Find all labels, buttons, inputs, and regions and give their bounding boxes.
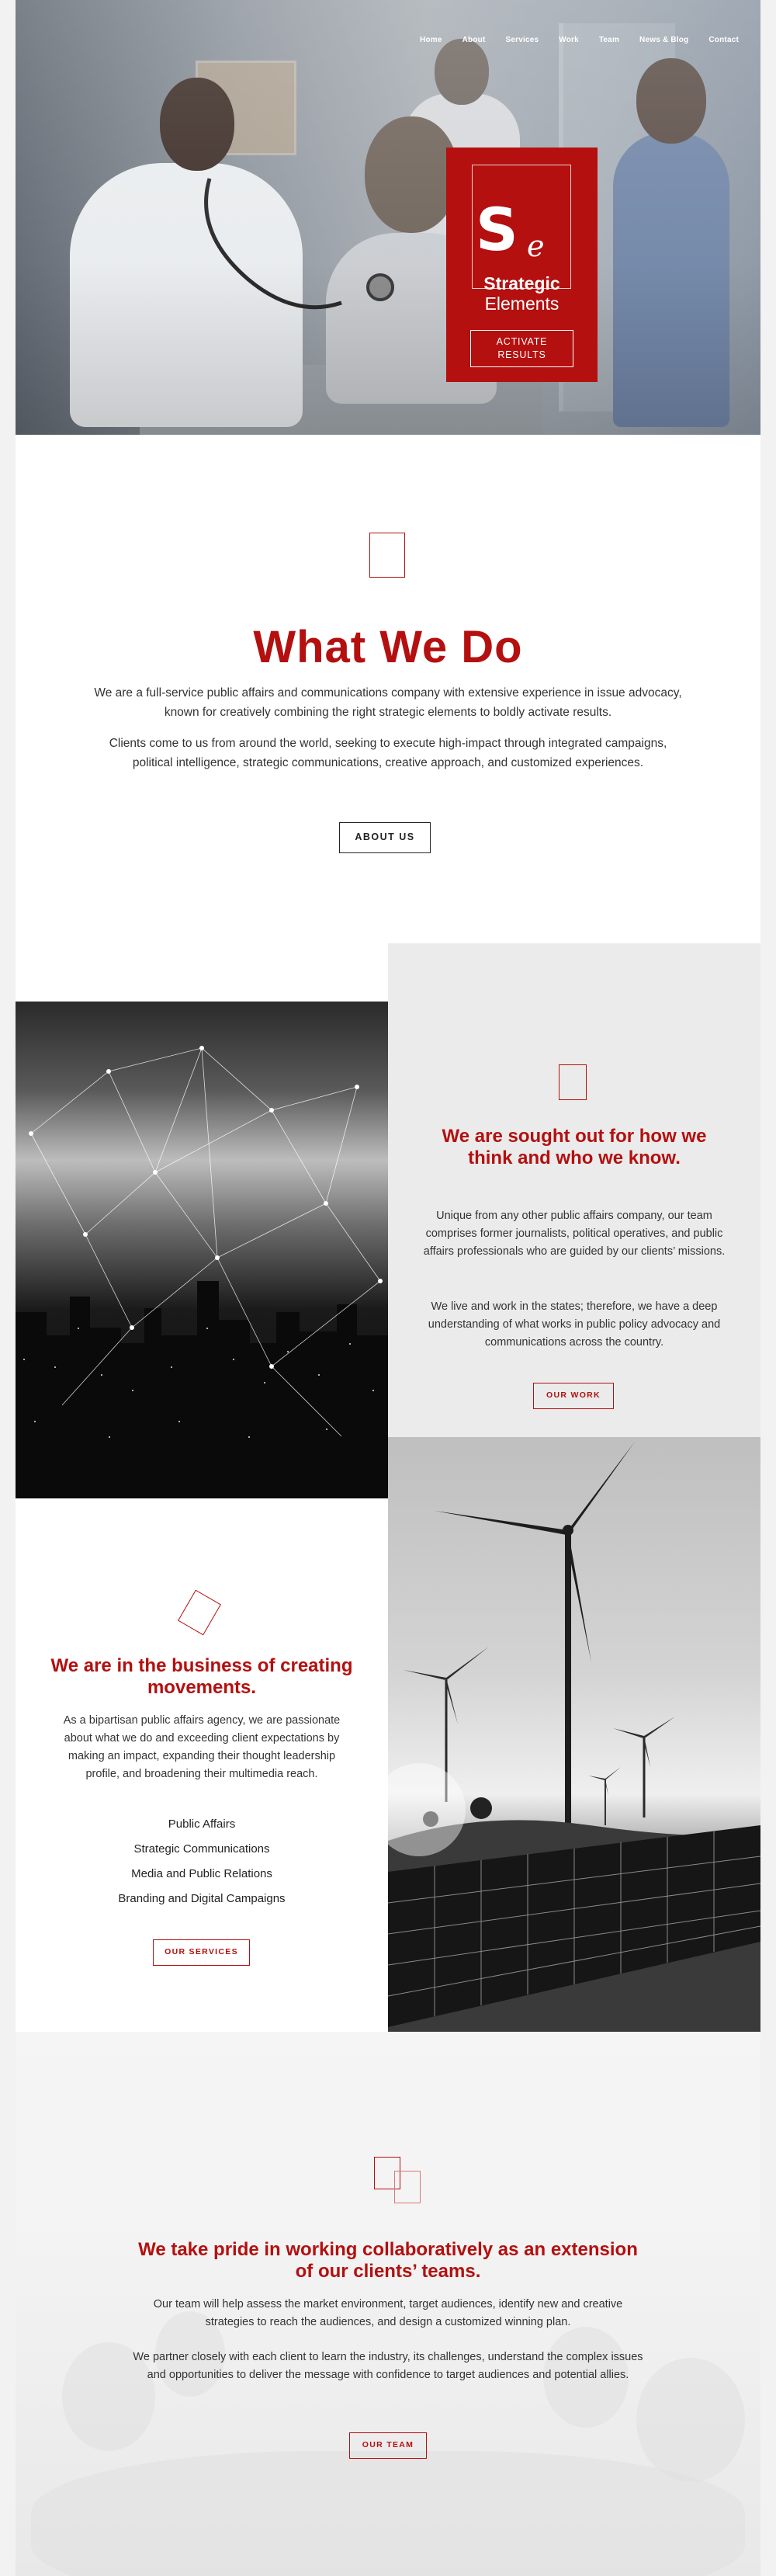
decorative-square-icon bbox=[369, 533, 405, 578]
brand-logo-card[interactable]: S e Strategic Elements ACTIVATE RESULTS bbox=[446, 148, 598, 382]
our-services-button[interactable]: OUR SERVICES bbox=[153, 1939, 250, 1966]
logo-script-letter: e bbox=[527, 229, 545, 263]
tagline-line1: ACTIVATE bbox=[496, 336, 548, 347]
our-team-button[interactable]: OUR TEAM bbox=[349, 2432, 427, 2459]
city-network-image bbox=[16, 1002, 388, 1498]
nav-item-work[interactable]: Work bbox=[559, 36, 579, 44]
main-nav: Home About Services Work Team News & Blo… bbox=[400, 36, 739, 44]
hero-section: Home About Services Work Team News & Blo… bbox=[16, 0, 760, 435]
activate-results-tagline: ACTIVATE RESULTS bbox=[470, 330, 573, 367]
wind-solar-graphic bbox=[388, 1442, 760, 2032]
logo-name-line2: Elements bbox=[484, 293, 559, 314]
team-paragraph-2: We partner closely with each client to l… bbox=[133, 2351, 643, 2381]
wind-solar-image bbox=[388, 1437, 760, 2032]
nav-item-news-blog[interactable]: News & Blog bbox=[639, 36, 688, 44]
service-item-branding-digital: Branding and Digital Campaigns bbox=[118, 1892, 286, 1905]
decorative-square-icon bbox=[394, 2171, 421, 2203]
sought-out-paragraph-1: Unique from any other public affairs com… bbox=[423, 1210, 726, 1258]
nav-item-contact[interactable]: Contact bbox=[708, 36, 739, 44]
service-item-strategic-communications: Strategic Communications bbox=[133, 1842, 270, 1856]
city-network-graphic bbox=[16, 1046, 388, 1498]
nav-item-about[interactable]: About bbox=[462, 36, 486, 44]
service-item-media-pr: Media and Public Relations bbox=[131, 1867, 272, 1880]
team-paragraph-1: Our team will help assess the market env… bbox=[153, 2298, 623, 2328]
movements-title: We are in the business of creating movem… bbox=[50, 1655, 353, 1698]
our-work-button[interactable]: OUR WORK bbox=[533, 1383, 614, 1409]
sought-out-paragraph-2: We live and work in the states; therefor… bbox=[428, 1300, 721, 1349]
what-we-do-title: What We Do bbox=[253, 622, 523, 672]
what-we-do-paragraph-1: We are a full-service public affairs and… bbox=[94, 686, 682, 719]
nav-item-team[interactable]: Team bbox=[599, 36, 619, 44]
what-we-do-paragraph-2: Clients come to us from around the world… bbox=[109, 737, 667, 769]
sought-out-title: We are sought out for how we think and w… bbox=[442, 1126, 707, 1168]
movements-paragraph: As a bipartisan public affairs agency, w… bbox=[63, 1714, 341, 1780]
decorative-square-icon bbox=[178, 1589, 221, 1636]
service-item-public-affairs: Public Affairs bbox=[168, 1817, 236, 1831]
team-title: We take pride in working collaboratively… bbox=[138, 2239, 638, 2282]
sought-out-panel bbox=[388, 943, 760, 1437]
nav-item-services[interactable]: Services bbox=[505, 36, 539, 44]
tagline-line2: RESULTS bbox=[497, 349, 546, 360]
decorative-square-icon bbox=[559, 1064, 587, 1100]
page: Home About Services Work Team News & Blo… bbox=[16, 0, 760, 2576]
logo-name-line1: Strategic bbox=[483, 273, 560, 293]
nav-item-home[interactable]: Home bbox=[420, 36, 442, 44]
hero-overlay bbox=[16, 0, 760, 435]
logo-initial: S bbox=[476, 195, 518, 264]
about-us-button[interactable]: ABOUT US bbox=[339, 822, 431, 853]
